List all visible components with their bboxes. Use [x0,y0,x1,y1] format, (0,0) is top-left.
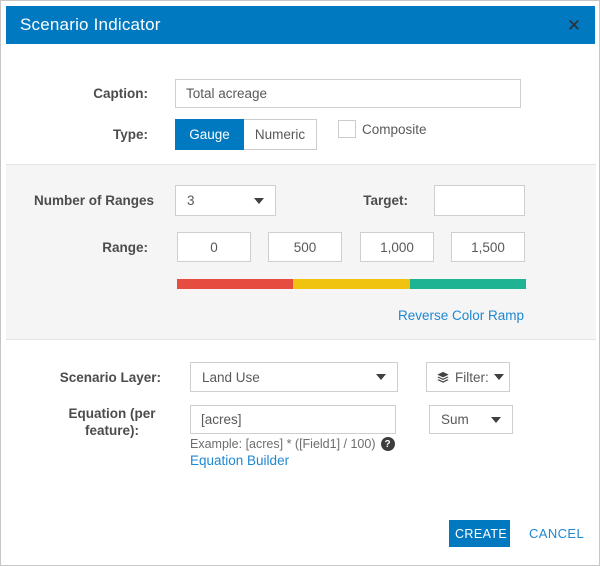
chevron-down-icon [493,374,504,380]
scenario-layer-label: Scenario Layer: [59,370,161,385]
create-button[interactable]: CREATE [449,520,510,547]
caption-label: Caption: [93,86,148,101]
chevron-down-icon [254,197,264,204]
equation-label-line2: feature): [84,423,139,438]
cancel-link[interactable]: CANCEL [529,526,584,541]
ramp-segment-yellow [293,279,410,289]
layers-icon [436,371,450,384]
scenario-layer-value: Land Use [202,369,260,385]
type-label: Type: [112,127,148,142]
type-gauge-button[interactable]: Gauge [175,119,244,150]
aggregation-select[interactable]: Sum [429,405,513,434]
range-input-4[interactable] [451,232,525,262]
equation-input[interactable] [190,405,396,434]
equation-label-line1: Equation (per [68,406,156,421]
equation-example-text: Example: [acres] * ([Field1] / 100) [190,437,376,451]
aggregation-value: Sum [441,412,469,427]
range-input-1[interactable] [177,232,251,262]
composite-label: Composite [362,122,427,137]
range-label: Range: [102,240,148,255]
target-label: Target: [363,193,408,208]
composite-checkbox[interactable] [338,120,356,138]
dialog-title: Scenario Indicator [20,15,161,34]
target-input[interactable] [434,185,525,216]
reverse-color-ramp-link[interactable]: Reverse Color Ramp [398,308,524,323]
type-numeric-button[interactable]: Numeric [244,119,317,150]
dialog-header: Scenario Indicator ✕ [6,6,595,44]
filter-label: Filter: [455,369,489,385]
caption-input[interactable] [175,79,521,108]
help-icon[interactable]: ? [380,437,395,451]
number-of-ranges-value: 3 [187,193,195,208]
number-of-ranges-label: Number of Ranges [33,193,154,208]
ramp-segment-red [177,279,294,289]
range-input-3[interactable] [360,232,434,262]
close-icon: ✕ [566,15,582,35]
close-button[interactable]: ✕ [553,6,595,44]
ramp-segment-green [409,279,526,289]
number-of-ranges-select[interactable]: 3 [175,185,276,216]
equation-label: Equation (per feature): [61,405,163,439]
equation-builder-link[interactable]: Equation Builder [190,453,289,468]
equation-example-row: Example: [acres] * ([Field1] / 100) ? [190,437,395,451]
range-input-2[interactable] [268,232,342,262]
chevron-down-icon [376,374,386,380]
filter-button[interactable]: Filter: [426,362,510,392]
scenario-layer-select[interactable]: Land Use [190,362,398,392]
color-ramp [177,279,526,289]
scenario-indicator-dialog: Scenario Indicator ✕ Caption: Type: Gaug… [0,0,600,566]
chevron-down-icon [491,416,501,423]
